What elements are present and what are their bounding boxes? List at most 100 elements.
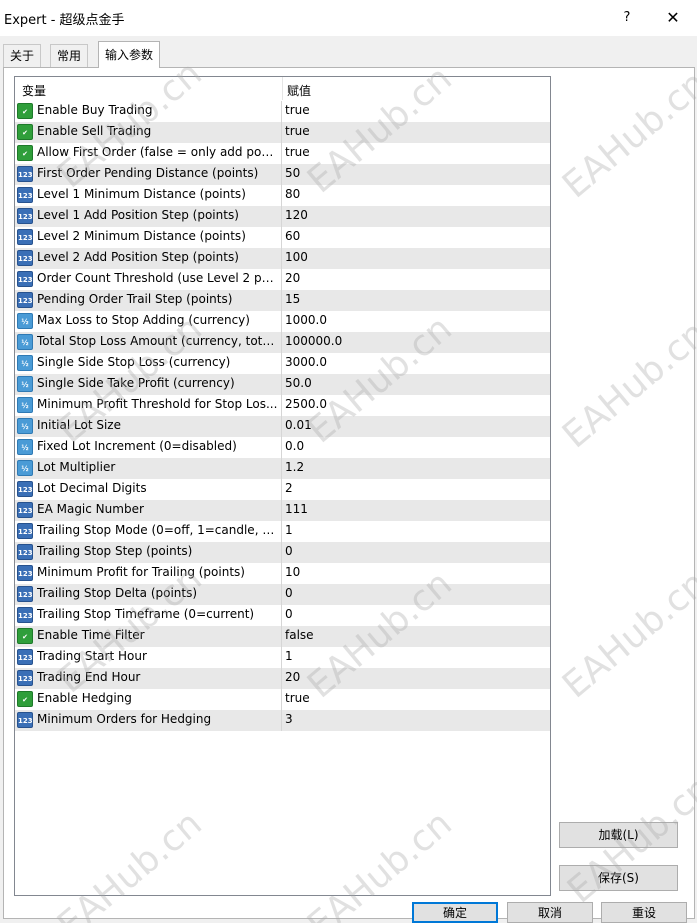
- parameter-value[interactable]: 20: [285, 670, 300, 684]
- parameter-row[interactable]: 123 Trading End Hour 20: [15, 668, 550, 689]
- cancel-button[interactable]: 取消: [507, 902, 593, 923]
- parameter-row[interactable]: ½ Single Side Stop Loss (currency) 3000.0: [15, 353, 550, 374]
- parameter-value[interactable]: 0: [285, 607, 293, 621]
- parameter-row[interactable]: 123 Trailing Stop Mode (0=off, 1=candle, …: [15, 521, 550, 542]
- int-icon: 123: [17, 481, 33, 497]
- bool-icon: ✔: [17, 691, 33, 707]
- parameter-value[interactable]: 1.2: [285, 460, 304, 474]
- bool-icon: ✔: [17, 103, 33, 119]
- cell-separator: [281, 353, 282, 374]
- parameter-name: Trading End Hour: [37, 670, 141, 684]
- ok-button[interactable]: 确定: [412, 902, 498, 923]
- parameter-row[interactable]: ✔ Enable Hedging true: [15, 689, 550, 710]
- parameter-row[interactable]: ✔ Enable Time Filter false: [15, 626, 550, 647]
- parameter-name: Level 1 Add Position Step (points): [37, 208, 239, 222]
- parameter-value[interactable]: 120: [285, 208, 308, 222]
- cell-separator: [281, 248, 282, 269]
- parameter-value[interactable]: 100000.0: [285, 334, 342, 348]
- parameter-value[interactable]: 15: [285, 292, 300, 306]
- parameter-value[interactable]: true: [285, 691, 310, 705]
- parameter-value[interactable]: true: [285, 103, 310, 117]
- int-icon: 123: [17, 670, 33, 686]
- parameter-row[interactable]: 123 Trailing Stop Step (points) 0: [15, 542, 550, 563]
- tab-about[interactable]: 关于: [3, 44, 42, 67]
- cell-separator: [281, 668, 282, 689]
- parameter-row[interactable]: ✔ Enable Sell Trading true: [15, 122, 550, 143]
- parameter-row[interactable]: ½ Total Stop Loss Amount (currency, total…: [15, 332, 550, 353]
- parameter-row[interactable]: ½ Minimum Profit Threshold for Stop Los..…: [15, 395, 550, 416]
- parameter-row[interactable]: 123 Trailing Stop Timeframe (0=current) 0: [15, 605, 550, 626]
- bool-icon: ✔: [17, 124, 33, 140]
- int-icon: 123: [17, 523, 33, 539]
- cell-separator: [281, 227, 282, 248]
- parameter-value[interactable]: true: [285, 145, 310, 159]
- parameter-value[interactable]: 2500.0: [285, 397, 327, 411]
- parameter-row[interactable]: 123 Level 1 Add Position Step (points) 120: [15, 206, 550, 227]
- parameter-value[interactable]: 100: [285, 250, 308, 264]
- parameter-row[interactable]: ½ Single Side Take Profit (currency) 50.0: [15, 374, 550, 395]
- parameter-value[interactable]: false: [285, 628, 314, 642]
- tab-common[interactable]: 常用: [50, 44, 89, 67]
- parameter-row[interactable]: 123 Level 2 Add Position Step (points) 100: [15, 248, 550, 269]
- parameter-value[interactable]: 0: [285, 586, 293, 600]
- column-header-variable[interactable]: 变量: [22, 82, 46, 99]
- tab-input-parameters[interactable]: 输入参数: [98, 41, 161, 68]
- cell-separator: [281, 689, 282, 710]
- parameter-value[interactable]: 10: [285, 565, 300, 579]
- help-button[interactable]: ?: [612, 6, 642, 30]
- parameter-value[interactable]: 1: [285, 649, 293, 663]
- reset-button[interactable]: 重设: [601, 902, 687, 923]
- parameter-row[interactable]: 123 Trailing Stop Delta (points) 0: [15, 584, 550, 605]
- parameter-value[interactable]: 50: [285, 166, 300, 180]
- parameter-row[interactable]: ½ Lot Multiplier 1.2: [15, 458, 550, 479]
- parameter-value[interactable]: 50.0: [285, 376, 312, 390]
- parameter-row[interactable]: ✔ Allow First Order (false = only add pos…: [15, 143, 550, 164]
- parameter-value[interactable]: 111: [285, 502, 308, 516]
- parameter-value[interactable]: 2: [285, 481, 293, 495]
- parameter-name: Trailing Stop Delta (points): [37, 586, 198, 600]
- parameter-name: Trading Start Hour: [37, 649, 147, 663]
- parameter-row[interactable]: 123 Level 2 Minimum Distance (points) 60: [15, 227, 550, 248]
- cell-separator: [281, 437, 282, 458]
- parameter-value[interactable]: 60: [285, 229, 300, 243]
- parameter-row[interactable]: 123 Minimum Profit for Trailing (points) 1…: [15, 563, 550, 584]
- parameter-row[interactable]: 123 Minimum Orders for Hedging 3: [15, 710, 550, 731]
- parameter-row[interactable]: 123 Lot Decimal Digits 2: [15, 479, 550, 500]
- parameter-row[interactable]: 123 EA Magic Number 111: [15, 500, 550, 521]
- save-button[interactable]: 保存(S): [559, 865, 678, 891]
- close-button[interactable]: ✕: [658, 6, 688, 30]
- bool-icon: ✔: [17, 628, 33, 644]
- parameter-value[interactable]: 0.0: [285, 439, 304, 453]
- parameter-value[interactable]: true: [285, 124, 310, 138]
- parameter-name: Total Stop Loss Amount (currency, total.…: [37, 334, 278, 348]
- parameter-row[interactable]: 123 Trading Start Hour 1: [15, 647, 550, 668]
- column-separator[interactable]: [282, 77, 283, 100]
- parameter-row[interactable]: 123 Order Count Threshold (use Level 2 pa…: [15, 269, 550, 290]
- parameter-name: Enable Time Filter: [37, 628, 145, 642]
- parameter-value[interactable]: 80: [285, 187, 300, 201]
- cell-separator: [281, 164, 282, 185]
- parameter-value[interactable]: 0: [285, 544, 293, 558]
- parameter-row[interactable]: 123 Pending Order Trail Step (points) 15: [15, 290, 550, 311]
- parameter-value[interactable]: 1: [285, 523, 293, 537]
- cell-separator: [281, 290, 282, 311]
- parameter-row[interactable]: 123 First Order Pending Distance (points)…: [15, 164, 550, 185]
- parameters-grid[interactable]: 变量 赋值 ✔ Enable Buy Trading true ✔ Enable Sel…: [14, 76, 551, 896]
- parameter-row[interactable]: ✔ Enable Buy Trading true: [15, 101, 550, 122]
- int-icon: 123: [17, 586, 33, 602]
- parameter-name: Single Side Stop Loss (currency): [37, 355, 231, 369]
- parameter-row[interactable]: ½ Max Loss to Stop Adding (currency) 1000.…: [15, 311, 550, 332]
- parameter-row[interactable]: ½ Fixed Lot Increment (0=disabled) 0.0: [15, 437, 550, 458]
- parameter-name: Trailing Stop Step (points): [37, 544, 193, 558]
- parameter-value[interactable]: 1000.0: [285, 313, 327, 327]
- parameter-row[interactable]: 123 Level 1 Minimum Distance (points) 80: [15, 185, 550, 206]
- column-header-value[interactable]: 赋值: [287, 82, 311, 99]
- parameter-value[interactable]: 3000.0: [285, 355, 327, 369]
- parameter-row[interactable]: ½ Initial Lot Size 0.01: [15, 416, 550, 437]
- parameter-value[interactable]: 3: [285, 712, 293, 726]
- bool-icon: ✔: [17, 145, 33, 161]
- load-button[interactable]: 加载(L): [559, 822, 678, 848]
- parameter-value[interactable]: 0.01: [285, 418, 312, 432]
- parameter-value[interactable]: 20: [285, 271, 300, 285]
- double-icon: ½: [17, 460, 33, 476]
